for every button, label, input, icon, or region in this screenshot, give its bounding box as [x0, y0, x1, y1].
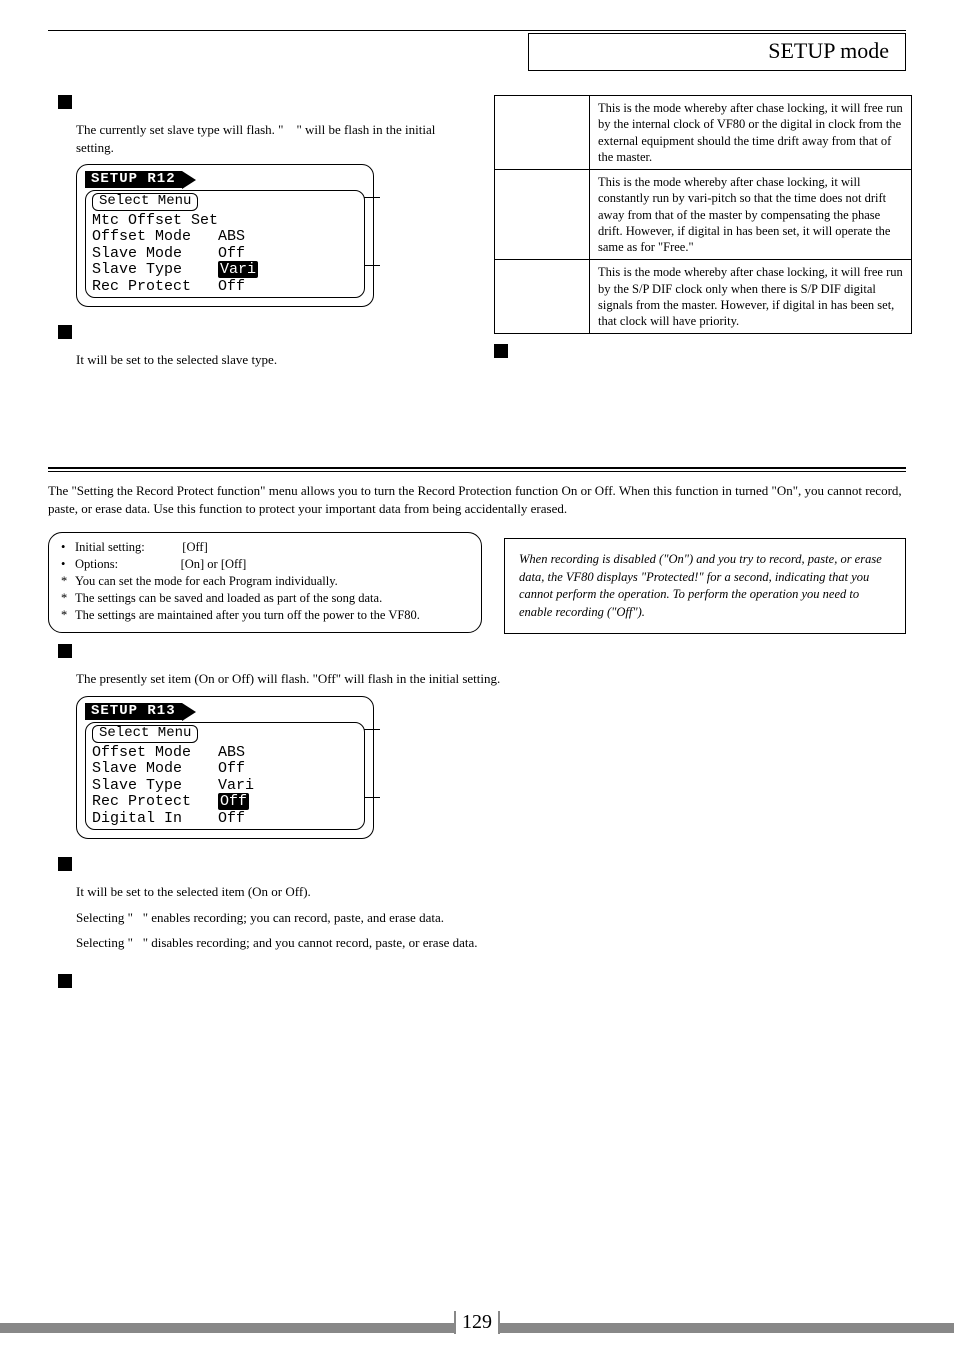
section-marker — [58, 857, 72, 871]
mode-desc-cell: This is the mode whereby after chase loc… — [590, 260, 912, 334]
enable-recording-text: Selecting " " enables recording; you can… — [76, 909, 906, 927]
lcd-row: Digital In Off — [92, 811, 245, 828]
lcd-row: Slave Mode Off — [92, 761, 245, 778]
item-flash-text: The presently set item (On or Off) will … — [76, 670, 906, 688]
note-text: You can set the mode for each Program in… — [75, 573, 338, 590]
page-title: SETUP mode — [545, 38, 889, 64]
note-text: The settings are maintained after you tu… — [75, 607, 420, 624]
mode-label-cell — [495, 170, 590, 260]
section-marker — [58, 325, 72, 339]
mode-desc-cell: This is the mode whereby after chase loc… — [590, 170, 912, 260]
recording-disabled-note: When recording is disabled ("On") and yo… — [504, 538, 906, 634]
lcd-row: Rec Protect Off — [92, 279, 245, 296]
lcd-display-1: SETUP R12 Select Menu Mtc Offset Set Off… — [76, 164, 374, 307]
lcd-menu-label: Select Menu — [92, 193, 198, 210]
disable-recording-text: Selecting " " disables recording; and yo… — [76, 934, 906, 952]
initial-setting-label: Initial setting: [Off] — [75, 539, 208, 556]
slave-type-intro: The currently set slave type will flash.… — [76, 121, 468, 156]
options-label: Options: [On] or [Off] — [75, 556, 246, 573]
mode-desc-cell: This is the mode whereby after chase loc… — [590, 96, 912, 170]
lcd-display-2: SETUP R13 Select Menu Offset Mode ABS Sl… — [76, 696, 374, 839]
page-footer: 129 — [0, 1323, 954, 1333]
note-text: The settings can be saved and loaded as … — [75, 590, 382, 607]
mode-label-cell — [495, 96, 590, 170]
page-number: 129 — [454, 1311, 500, 1334]
table-row: This is the mode whereby after chase loc… — [495, 260, 912, 334]
lcd-row: Slave Mode Off — [92, 246, 245, 263]
text: The currently set slave type will flash.… — [76, 122, 283, 137]
lcd-row: Rec Protect Off — [92, 794, 249, 811]
lcd-row: Slave Type Vari — [92, 262, 258, 279]
lcd-title: SETUP R13 — [85, 703, 182, 720]
record-protect-intro: The "Setting the Record Protect function… — [48, 482, 906, 518]
section-marker — [58, 95, 72, 109]
lcd-menu-label: Select Menu — [92, 725, 198, 742]
settings-summary-box: •Initial setting: [Off] •Options: [On] o… — [48, 532, 482, 632]
section-marker — [494, 344, 508, 358]
lcd-row: Offset Mode ABS — [92, 745, 245, 762]
section-marker — [58, 974, 72, 988]
mode-description-table: This is the mode whereby after chase loc… — [494, 95, 912, 334]
table-row: This is the mode whereby after chase loc… — [495, 96, 912, 170]
mode-label-cell — [495, 260, 590, 334]
section-marker — [58, 644, 72, 658]
lcd-title: SETUP R12 — [85, 171, 182, 188]
lcd-row: Mtc Offset Set — [92, 213, 218, 230]
lcd-row: Slave Type Vari — [92, 778, 254, 795]
item-set-text: It will be set to the selected item (On … — [76, 883, 906, 901]
table-row: This is the mode whereby after chase loc… — [495, 170, 912, 260]
slave-type-set: It will be set to the selected slave typ… — [76, 351, 468, 369]
lcd-row: Offset Mode ABS — [92, 229, 245, 246]
header-box: SETUP mode — [528, 33, 906, 71]
